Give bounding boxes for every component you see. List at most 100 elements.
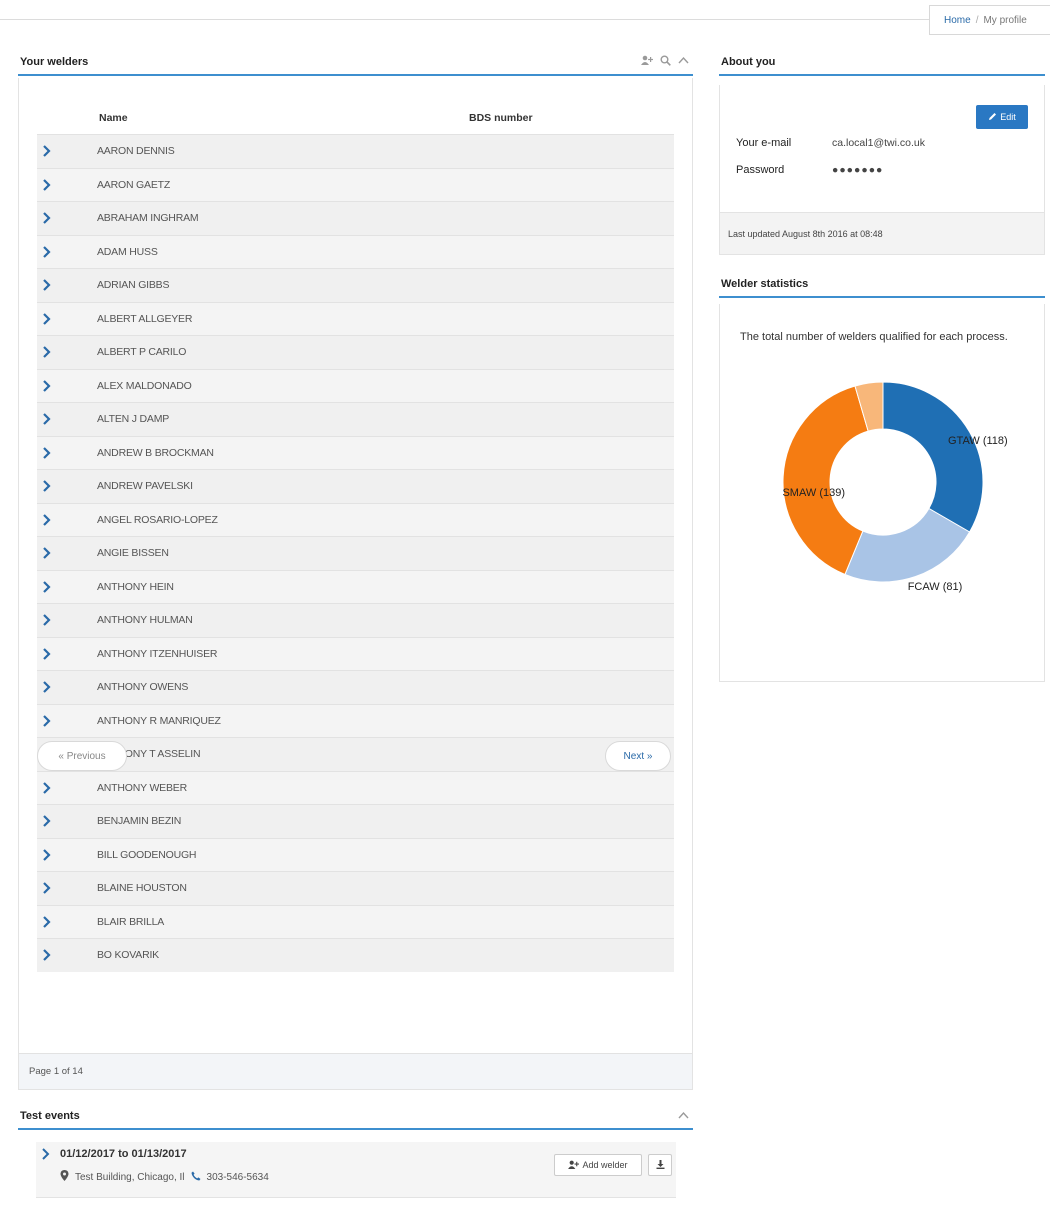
chevron-right-icon[interactable] [41, 176, 55, 194]
chevron-right-icon[interactable] [41, 846, 55, 864]
download-button[interactable] [648, 1154, 672, 1176]
table-row[interactable]: ANTHONY ITZENHUISER [37, 636, 674, 670]
add-user-icon[interactable] [641, 55, 654, 69]
donut-label-gtaw: GTAW (118) [948, 435, 1008, 447]
chevron-right-icon[interactable] [41, 243, 55, 261]
welder-name[interactable]: BILL GOODENOUGH [97, 849, 197, 861]
chevron-right-icon[interactable] [41, 879, 55, 897]
chevron-right-icon[interactable] [41, 209, 55, 227]
chevron-right-icon[interactable] [41, 276, 55, 294]
welder-name[interactable]: ANTHONY R MANRIQUEZ [97, 715, 221, 727]
table-row[interactable]: ADAM HUSS [37, 234, 674, 268]
about-panel-header: About you [719, 50, 1045, 76]
table-row[interactable]: ANTHONY HEIN [37, 569, 674, 603]
table-row[interactable]: ADRIAN GIBBS [37, 268, 674, 302]
chevron-right-icon[interactable] [41, 410, 55, 428]
breadcrumb: Home / My profile [929, 5, 1050, 35]
chevron-right-icon[interactable] [41, 343, 55, 361]
welder-name[interactable]: ALBERT ALLGEYER [97, 313, 192, 325]
table-row[interactable]: ANGEL ROSARIO-LOPEZ [37, 502, 674, 536]
welder-name[interactable]: ANDREW B BROCKMAN [97, 447, 214, 459]
chevron-right-icon[interactable] [41, 142, 55, 160]
chevron-right-icon[interactable] [41, 511, 55, 529]
welder-name[interactable]: ADRIAN GIBBS [97, 279, 169, 291]
welder-name[interactable]: AARON GAETZ [97, 179, 170, 191]
about-panel-title: About you [721, 56, 776, 68]
table-row[interactable]: ANGIE BISSEN [37, 536, 674, 570]
table-row[interactable]: ANTHONY WEBER [37, 770, 674, 804]
welder-name[interactable]: BENJAMIN BEZIN [97, 815, 181, 827]
table-row[interactable]: AARON GAETZ [37, 167, 674, 201]
welder-name[interactable]: ANTHONY HEIN [97, 581, 174, 593]
chevron-right-icon[interactable] [41, 812, 55, 830]
event-date-range: 01/12/2017 to 01/13/2017 [60, 1148, 187, 1160]
welder-name[interactable]: ALEX MALDONADO [97, 380, 192, 392]
chevron-right-icon[interactable] [41, 444, 55, 462]
welder-name[interactable]: ANTHONY ITZENHUISER [97, 648, 217, 660]
table-row[interactable]: ALBERT ALLGEYER [37, 301, 674, 335]
add-welder-label: Add welder [582, 1160, 628, 1170]
chevron-right-icon[interactable] [41, 611, 55, 629]
chevron-right-icon[interactable] [41, 779, 55, 797]
welder-name[interactable]: BLAIR BRILLA [97, 916, 164, 928]
pencil-icon [988, 112, 997, 123]
chevron-right-icon[interactable] [41, 477, 55, 495]
table-row[interactable]: ALBERT P CARILO [37, 335, 674, 369]
table-row[interactable]: AARON DENNIS [37, 134, 674, 168]
table-row[interactable]: ANTHONY HULMAN [37, 603, 674, 637]
welder-name[interactable]: ANTHONY HULMAN [97, 614, 193, 626]
table-row[interactable]: BENJAMIN BEZIN [37, 804, 674, 838]
table-row[interactable]: ALTEN J DAMP [37, 402, 674, 436]
table-row[interactable]: ALEX MALDONADO [37, 368, 674, 402]
donut-slice-gtaw[interactable] [882, 381, 984, 533]
chevron-right-icon[interactable] [41, 712, 55, 730]
column-header-bds-number[interactable]: BDS number [469, 112, 533, 124]
chevron-right-icon[interactable] [41, 578, 55, 596]
search-icon[interactable] [659, 55, 671, 69]
chevron-right-icon[interactable] [41, 377, 55, 395]
column-header-name[interactable]: Name [99, 112, 128, 124]
table-row[interactable]: BILL GOODENOUGH [37, 837, 674, 871]
welder-name[interactable]: ALBERT P CARILO [97, 346, 186, 358]
welder-name[interactable]: BO KOVARIK [97, 949, 159, 961]
chevron-right-icon[interactable] [41, 544, 55, 562]
welder-name[interactable]: BLAINE HOUSTON [97, 882, 187, 894]
table-row[interactable]: ANTHONY T ASSELIN [37, 737, 674, 771]
previous-page-button[interactable]: « Previous [37, 741, 127, 771]
welder-name[interactable]: ANGEL ROSARIO-LOPEZ [97, 514, 218, 526]
welder-name[interactable]: ANDREW PAVELSKI [97, 480, 193, 492]
chevron-right-icon[interactable] [40, 1147, 52, 1161]
stats-panel-title: Welder statistics [721, 278, 809, 290]
table-row[interactable]: BLAINE HOUSTON [37, 871, 674, 905]
chevron-up-icon[interactable] [677, 55, 689, 69]
table-row[interactable]: BO KOVARIK [37, 938, 674, 972]
table-row[interactable]: ABRAHAM INGHRAM [37, 201, 674, 235]
breadcrumb-home-link[interactable]: Home [944, 15, 971, 26]
chevron-right-icon[interactable] [41, 913, 55, 931]
welder-name[interactable]: ABRAHAM INGHRAM [97, 212, 199, 224]
welder-name[interactable]: ALTEN J DAMP [97, 413, 169, 425]
table-row[interactable]: ANDREW PAVELSKI [37, 469, 674, 503]
about-panel: Edit Your e-mail ca.local1@twi.co.uk Pas… [719, 85, 1045, 255]
chevron-right-icon[interactable] [41, 310, 55, 328]
breadcrumb-separator: / [975, 14, 979, 26]
add-welder-button[interactable]: Add welder [554, 1154, 642, 1176]
table-row[interactable]: BLAIR BRILLA [37, 904, 674, 938]
chevron-right-icon[interactable] [41, 946, 55, 964]
table-row[interactable]: ANDREW B BROCKMAN [37, 435, 674, 469]
welders-panel-title: Your welders [20, 56, 89, 68]
table-row[interactable]: ANTHONY R MANRIQUEZ [37, 703, 674, 737]
event-row[interactable]: 01/12/2017 to 01/13/2017 Test Building, … [36, 1142, 676, 1198]
welder-name[interactable]: ANTHONY OWENS [97, 681, 188, 693]
edit-button[interactable]: Edit [976, 105, 1028, 129]
welder-name[interactable]: ADAM HUSS [97, 246, 158, 258]
donut-slice-smaw[interactable] [782, 385, 869, 576]
chevron-up-icon[interactable] [677, 1110, 689, 1122]
chevron-right-icon[interactable] [41, 645, 55, 663]
table-row[interactable]: ANTHONY OWENS [37, 670, 674, 704]
welder-name[interactable]: AARON DENNIS [97, 145, 175, 157]
next-page-button[interactable]: Next » [605, 741, 671, 771]
chevron-right-icon[interactable] [41, 678, 55, 696]
welder-name[interactable]: ANGIE BISSEN [97, 547, 169, 559]
welder-name[interactable]: ANTHONY WEBER [97, 782, 187, 794]
